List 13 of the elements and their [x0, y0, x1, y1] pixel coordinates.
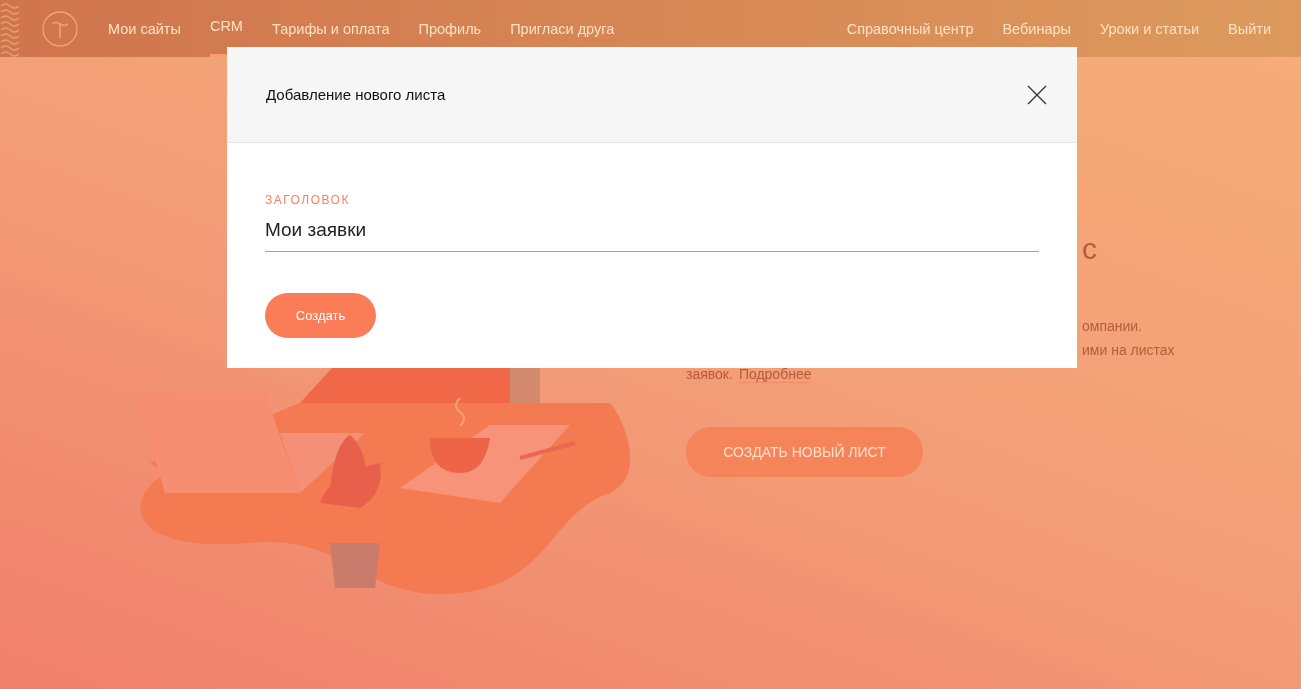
wave-pattern-drawing — [0, 0, 20, 57]
nav-link[interactable]: Мои сайты — [108, 0, 181, 57]
heading-fragment: с — [1081, 232, 1098, 267]
create-sheet-button[interactable]: СОЗДАТЬ НОВЫЙ ЛИСТ — [686, 427, 923, 477]
modal-title: Добавление нового листа — [266, 86, 446, 103]
create-button[interactable]: Создать — [265, 293, 376, 338]
title-input-field[interactable]: ЗАГОЛОВОК Мои заявки — [265, 193, 1039, 252]
paragraph-fragment: омпании. — [1081, 318, 1144, 334]
paragraph-fragment: заявок. — [686, 366, 733, 383]
close-icon[interactable] — [1027, 84, 1047, 105]
nav-link[interactable]: Уроки и статьи — [1100, 0, 1200, 57]
nav-link[interactable]: Выйти — [1228, 0, 1271, 57]
paragraph-fragment: ими на листах — [1081, 342, 1175, 358]
